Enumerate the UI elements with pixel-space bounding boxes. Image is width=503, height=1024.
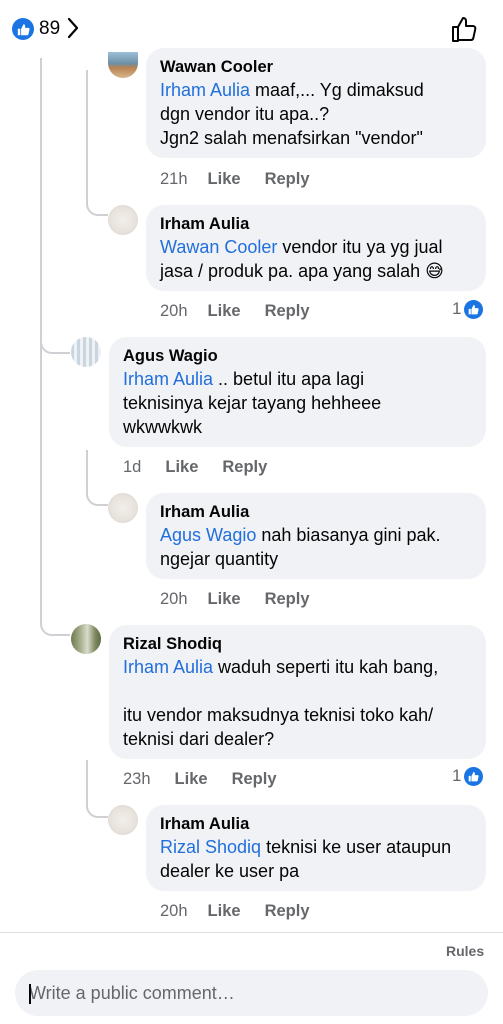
comment-composer[interactable]: [15, 970, 488, 1016]
comment-timestamp[interactable]: 20h: [160, 589, 188, 609]
avatar[interactable]: [108, 205, 138, 235]
comment-timestamp[interactable]: 21h: [160, 169, 188, 189]
reply-button[interactable]: Reply: [265, 301, 310, 321]
like-reaction-icon: [464, 766, 484, 786]
comment-reactions[interactable]: 1: [452, 766, 484, 786]
text-cursor: [29, 984, 31, 1004]
comment-author[interactable]: Wawan Cooler: [160, 56, 474, 78]
avatar[interactable]: [108, 805, 138, 835]
mention-link[interactable]: Irham Aulia: [160, 80, 250, 100]
like-comment-button[interactable]: Like: [165, 457, 198, 477]
mention-link[interactable]: Wawan Cooler: [160, 237, 277, 257]
like-reaction-icon: [12, 18, 34, 40]
comment-text: Irham Aulia waduh seperti itu kah bang, …: [123, 655, 474, 751]
mention-link[interactable]: Agus Wagio: [160, 525, 256, 545]
like-comment-button[interactable]: Like: [208, 301, 241, 321]
thumbs-up-icon: [452, 17, 477, 42]
comment-bubble: Agus Wagio Irham Aulia .. betul itu apa …: [109, 337, 486, 447]
reply-button[interactable]: Reply: [265, 169, 310, 189]
reply-button[interactable]: Reply: [232, 769, 277, 789]
comment-author[interactable]: Irham Aulia: [160, 501, 474, 523]
comment-bubble: Irham Aulia Rizal Shodiq teknisi ke user…: [146, 805, 486, 891]
thread-connector: [40, 318, 70, 354]
comment-timestamp[interactable]: 23h: [123, 769, 151, 789]
comment-actions: 23h Like Reply: [123, 769, 277, 789]
thread-line-reply: [86, 70, 88, 190]
thread-connector: [86, 182, 108, 216]
comment-author[interactable]: Agus Wagio: [123, 345, 474, 367]
like-comment-button[interactable]: Like: [208, 901, 241, 921]
like-reaction-icon: [464, 299, 484, 319]
comment-bubble: Irham Aulia Agus Wagio nah biasanya gini…: [146, 493, 486, 579]
comment-text: Agus Wagio nah biasanya gini pak. ngejar…: [160, 523, 474, 571]
thread-connector: [40, 600, 70, 636]
comment-text: Irham Aulia maaf,... Yg dimaksud dgn ven…: [160, 78, 474, 150]
comment-bubble: Wawan Cooler Irham Aulia maaf,... Yg dim…: [146, 48, 486, 158]
comment-actions: 1d Like Reply: [123, 457, 267, 477]
like-comment-button[interactable]: Like: [208, 589, 241, 609]
avatar[interactable]: [108, 52, 138, 78]
comment-timestamp[interactable]: 20h: [160, 901, 188, 921]
like-post-button[interactable]: [450, 14, 480, 49]
comment-bubble: Rizal Shodiq Irham Aulia waduh seperti i…: [109, 625, 486, 759]
comment-reactions[interactable]: 1: [452, 299, 484, 319]
comment-author[interactable]: Rizal Shodiq: [123, 633, 474, 655]
thread-connector: [86, 472, 108, 506]
reply-button[interactable]: Reply: [265, 589, 310, 609]
reply-button[interactable]: Reply: [265, 901, 310, 921]
comment-actions: 20h Like Reply: [160, 901, 310, 921]
comment-author[interactable]: Irham Aulia: [160, 213, 474, 235]
comment-timestamp[interactable]: 20h: [160, 301, 188, 321]
comment-timestamp[interactable]: 1d: [123, 457, 141, 477]
reaction-count: 1: [452, 299, 462, 318]
rules-link[interactable]: Rules: [446, 943, 484, 959]
comment-input[interactable]: [15, 970, 488, 1016]
comment-text: Wawan Cooler vendor itu ya yg jual jasa …: [160, 235, 474, 283]
reaction-count: 1: [452, 766, 462, 785]
comment-text: Rizal Shodiq teknisi ke user ataupun dea…: [160, 835, 474, 883]
avatar[interactable]: [108, 493, 138, 523]
comment-bubble: Irham Aulia Wawan Cooler vendor itu ya y…: [146, 205, 486, 291]
reaction-count[interactable]: 89: [39, 18, 60, 40]
avatar[interactable]: [71, 337, 101, 367]
mention-link[interactable]: Rizal Shodiq: [160, 837, 261, 857]
reply-button[interactable]: Reply: [222, 457, 267, 477]
comment-actions: 20h Like Reply: [160, 589, 310, 609]
comment-actions: 20h Like Reply: [160, 301, 310, 321]
like-comment-button[interactable]: Like: [208, 169, 241, 189]
divider: [0, 932, 503, 933]
comment-text: Irham Aulia .. betul itu apa lagi teknis…: [123, 367, 474, 439]
comment-author[interactable]: Irham Aulia: [160, 813, 474, 835]
mention-link[interactable]: Irham Aulia: [123, 369, 213, 389]
chevron-right-icon[interactable]: [66, 16, 80, 45]
mention-link[interactable]: Irham Aulia: [123, 657, 213, 677]
thread-connector: [86, 784, 108, 818]
avatar[interactable]: [71, 624, 101, 654]
comment-actions: 21h Like Reply: [160, 169, 310, 189]
like-comment-button[interactable]: Like: [175, 769, 208, 789]
